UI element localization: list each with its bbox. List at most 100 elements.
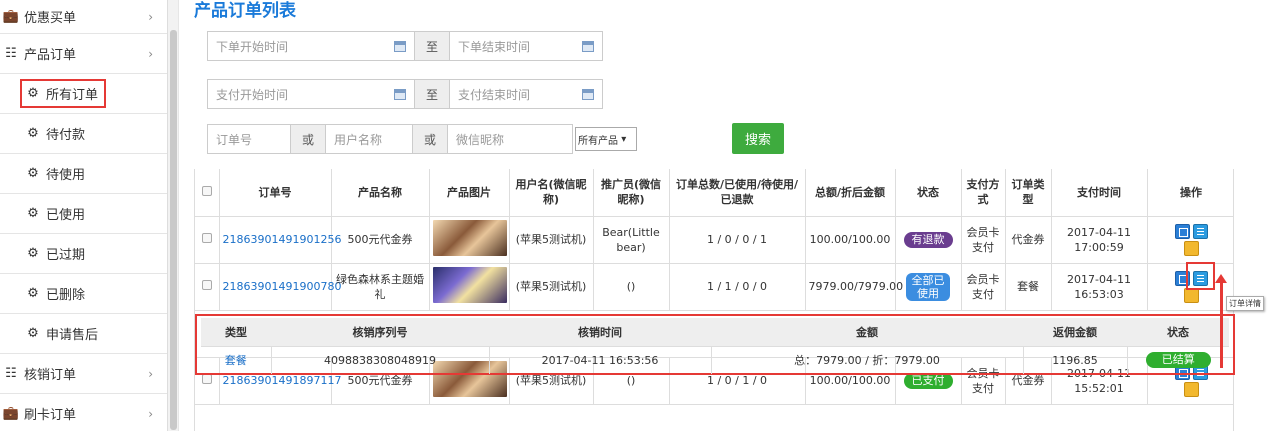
sidebar-item-label: 已使用 bbox=[46, 208, 86, 223]
row-checkbox[interactable] bbox=[201, 374, 212, 384]
sidebar-item-label: 已过期 bbox=[46, 248, 86, 263]
pay-start-date-input[interactable]: 支付开始时间 bbox=[207, 79, 415, 109]
sitemap-icon: ☷ bbox=[5, 366, 17, 381]
col-header-promoter: 推广员(微信昵称) bbox=[593, 169, 670, 217]
or-separator: 或 bbox=[413, 124, 447, 154]
note-icon[interactable] bbox=[1183, 381, 1199, 397]
amount-cell: 100.00/100.00 bbox=[805, 216, 896, 264]
calendar-icon[interactable] bbox=[394, 41, 406, 52]
calendar-icon[interactable] bbox=[582, 41, 594, 52]
edit-icon[interactable] bbox=[1174, 223, 1190, 239]
promoter-cell: () bbox=[593, 263, 670, 311]
action-row bbox=[1174, 223, 1208, 239]
col-header-serial: 核销序列号 bbox=[271, 318, 489, 347]
placeholder-text: 订单号 bbox=[216, 132, 253, 147]
note-icon[interactable] bbox=[1183, 240, 1199, 256]
order-no-cell: 21863901491901256 bbox=[219, 216, 341, 264]
sidebar-item-label: 待使用 bbox=[46, 168, 86, 183]
pay-date-filter: 支付开始时间 至 支付结束时间 bbox=[207, 79, 603, 109]
select-all-cell bbox=[195, 169, 220, 217]
order-no-link[interactable]: 21863901491897117 bbox=[223, 374, 342, 387]
row-checkbox[interactable] bbox=[201, 233, 212, 243]
calendar-icon[interactable] bbox=[582, 89, 594, 100]
col-header-product-name: 产品名称 bbox=[331, 169, 430, 217]
select-all-checkbox[interactable] bbox=[201, 185, 212, 196]
briefcase-icon: 💼 bbox=[2, 9, 20, 24]
page-title: 产品订单列表 bbox=[194, 1, 296, 21]
product-thumbnail bbox=[432, 219, 507, 256]
edit-icon-highlight bbox=[1186, 262, 1215, 290]
sidebar-item-used[interactable]: ⚙ 已使用 bbox=[0, 194, 167, 234]
sidebar-item-all-orders[interactable]: ⚙ 所有订单 bbox=[0, 74, 167, 114]
placeholder-text: 下单结束时间 bbox=[458, 39, 531, 54]
order-detail-icon[interactable] bbox=[1192, 223, 1208, 239]
order-date-filter: 下单开始时间 至 下单结束时间 bbox=[207, 31, 603, 61]
col-header-counts: 订单总数/已使用/待使用/已退款 bbox=[669, 169, 806, 217]
status-badge: 有退款 bbox=[903, 231, 953, 248]
table-row: 21863901491900780 绿色森林系主题婚礼 (苹果5测试机) () … bbox=[195, 263, 1233, 311]
detail-header-row: 类型 核销序列号 核销时间 金额 返佣金额 状态 bbox=[201, 318, 1229, 347]
sidebar-item-label: 申请售后 bbox=[46, 328, 99, 343]
pay-method-cell: 会员卡支付 bbox=[961, 216, 1006, 264]
order-type-cell: 套餐 bbox=[1005, 263, 1052, 311]
order-start-date-input[interactable]: 下单开始时间 bbox=[207, 31, 415, 61]
status-badge: 全部已使用 bbox=[906, 272, 950, 301]
placeholder-text: 支付开始时间 bbox=[216, 87, 289, 102]
detail-status-cell: 已结算 bbox=[1127, 346, 1229, 374]
sidebar-item-label: 所有订单 bbox=[46, 88, 99, 103]
username-cell: (苹果5测试机) bbox=[509, 263, 594, 311]
username-input[interactable]: 用户名称 bbox=[325, 124, 413, 154]
detail-type-link[interactable]: 套餐 bbox=[225, 354, 247, 367]
counts-cell: 1 / 0 / 0 / 1 bbox=[669, 216, 806, 264]
col-header-actions: 操作 bbox=[1147, 169, 1233, 217]
sidebar-item-label: 优惠买单 bbox=[24, 11, 77, 26]
chevron-right-icon: › bbox=[148, 406, 153, 421]
calendar-icon[interactable] bbox=[394, 89, 406, 100]
sidebar-item-pending-payment[interactable]: ⚙ 待付款 bbox=[0, 114, 167, 154]
detail-type-cell: 套餐 bbox=[201, 346, 272, 374]
sidebar-item-pending-use[interactable]: ⚙ 待使用 bbox=[0, 154, 167, 194]
sidebar-item-label: 产品订单 bbox=[24, 48, 77, 63]
product-image-cell bbox=[429, 216, 510, 264]
detail-amount-cell: 总：7979.00 / 折：7979.00 bbox=[711, 346, 1024, 374]
sidebar-item-product-orders[interactable]: ☷ 产品订单 › bbox=[0, 34, 167, 74]
order-type-cell: 代金券 bbox=[1005, 216, 1052, 264]
order-no-link[interactable]: 21863901491900780 bbox=[223, 280, 342, 293]
col-header-status: 状态 bbox=[1127, 318, 1229, 347]
sidebar-item-after-sales[interactable]: ⚙ 申请售后 bbox=[0, 314, 167, 354]
detail-row: 套餐 4098838308048919 2017-04-11 16:53:56 … bbox=[201, 346, 1229, 374]
pay-time-cell: 2017-04-11 16:53:03 bbox=[1051, 263, 1148, 311]
sidebar-item-card-orders[interactable]: 💼 刷卡订单 › bbox=[0, 394, 167, 431]
order-no-link[interactable]: 21863901491901256 bbox=[223, 233, 342, 246]
gear-icon: ⚙ bbox=[27, 286, 39, 301]
row-select-cell bbox=[195, 263, 220, 311]
sidebar-item-verify-orders[interactable]: ☷ 核销订单 › bbox=[0, 354, 167, 394]
search-button[interactable]: 搜索 bbox=[732, 123, 784, 154]
scrollbar-thumb[interactable] bbox=[170, 30, 177, 430]
col-header-order-no: 订单号 bbox=[219, 169, 332, 217]
order-end-date-input[interactable]: 下单结束时间 bbox=[449, 31, 603, 61]
row-select-cell bbox=[195, 216, 220, 264]
sidebar-item-expired[interactable]: ⚙ 已过期 bbox=[0, 234, 167, 274]
col-header-type: 类型 bbox=[201, 318, 271, 347]
product-thumbnail bbox=[432, 266, 507, 303]
sidebar-scrollbar[interactable] bbox=[168, 0, 179, 431]
sidebar-item-discount-pay[interactable]: 💼 优惠买单 › bbox=[0, 0, 167, 34]
sidebar-item-deleted[interactable]: ⚙ 已删除 bbox=[0, 274, 167, 314]
sidebar: 💼 优惠买单 › ☷ 产品订单 › ⚙ 所有订单 ⚙ 待付款 ⚙ 待使用 ⚙ 已… bbox=[0, 0, 168, 431]
sidebar-item-label: 待付款 bbox=[46, 128, 86, 143]
tooltip: 订单详情 bbox=[1226, 296, 1264, 311]
pay-end-date-input[interactable]: 支付结束时间 bbox=[449, 79, 603, 109]
select-value: 所有产品 bbox=[578, 135, 618, 147]
col-header-rebate: 返佣金额 bbox=[1023, 318, 1127, 347]
placeholder-text: 微信昵称 bbox=[456, 132, 505, 147]
col-header-order-type: 订单类型 bbox=[1005, 169, 1052, 217]
row-checkbox[interactable] bbox=[201, 280, 212, 290]
product-select[interactable]: 所有产品 ▾ bbox=[575, 127, 637, 151]
chevron-right-icon: › bbox=[148, 46, 153, 61]
wechat-nickname-input[interactable]: 微信昵称 bbox=[447, 124, 573, 154]
promoter-cell: Bear(Little bear) bbox=[593, 216, 670, 264]
order-no-input[interactable]: 订单号 bbox=[207, 124, 291, 154]
detail-rebate-cell: 1196.85 bbox=[1023, 346, 1128, 374]
gear-icon: ⚙ bbox=[27, 126, 39, 141]
